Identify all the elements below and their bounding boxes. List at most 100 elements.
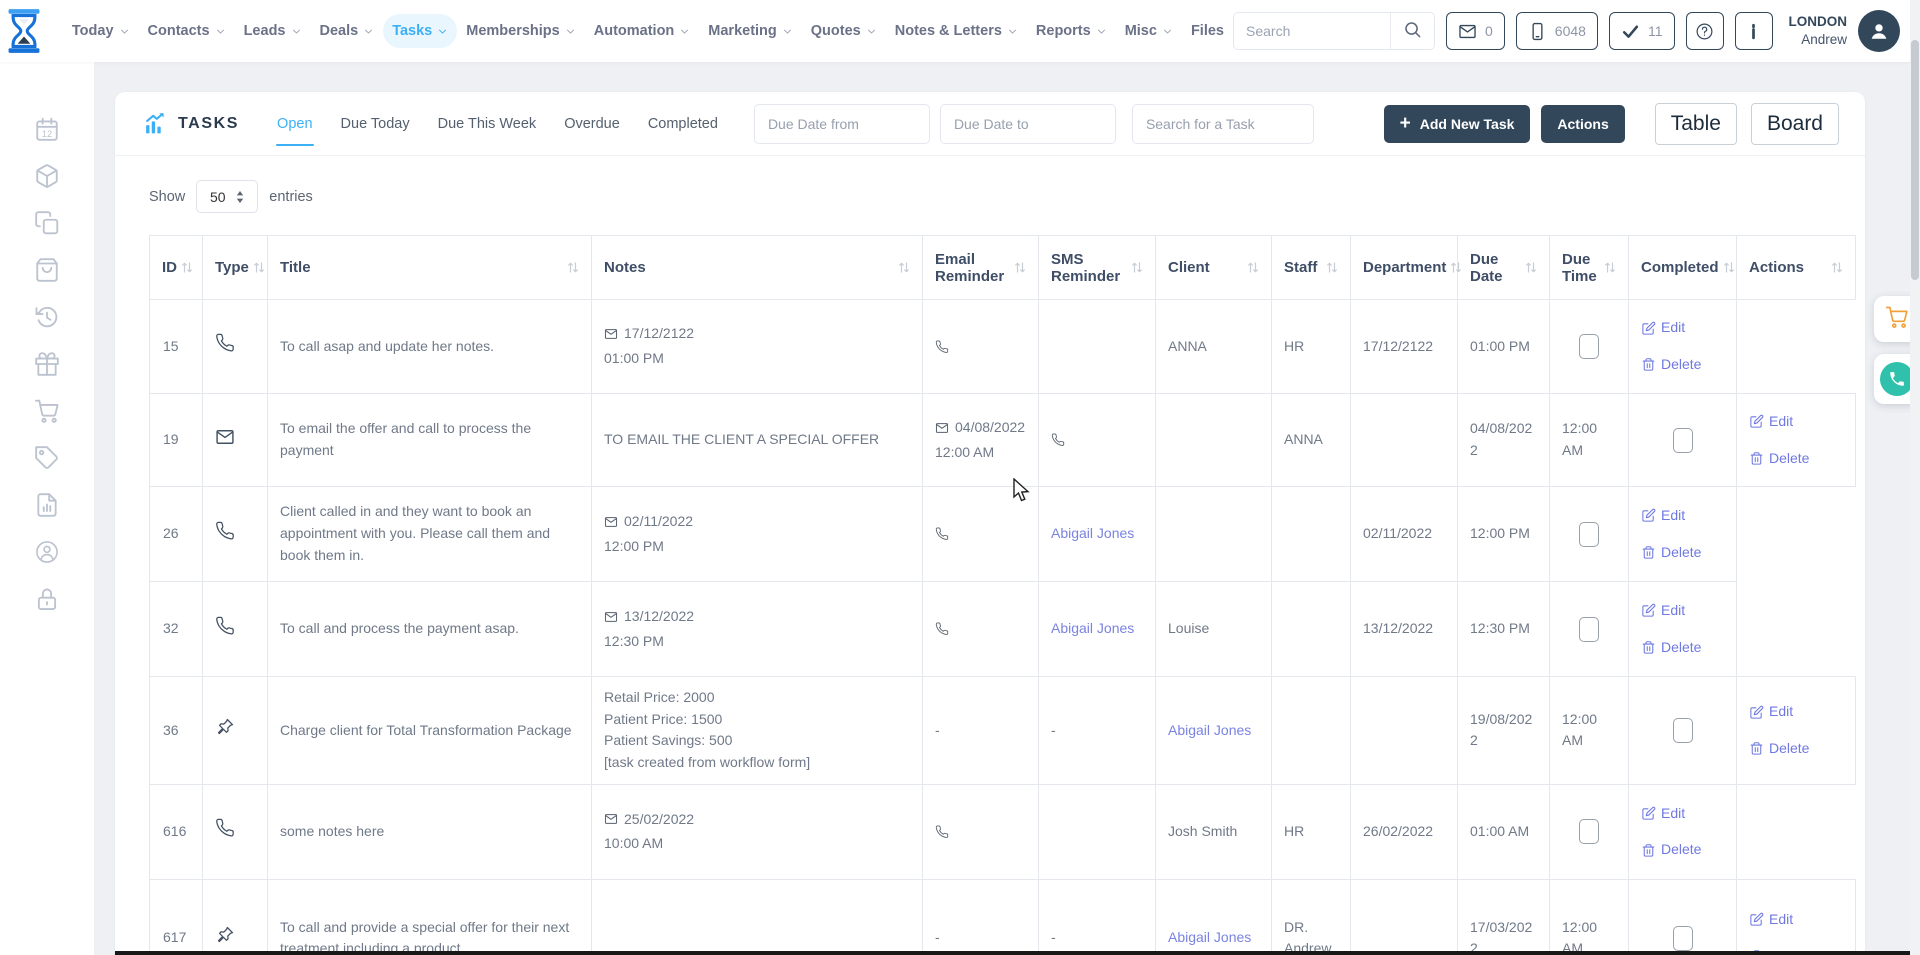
cell-completed xyxy=(1550,487,1629,582)
delete-link[interactable]: Delete xyxy=(1641,839,1724,861)
column-header-title[interactable]: Title xyxy=(268,236,592,300)
tab-completed[interactable]: Completed xyxy=(634,92,732,155)
completed-checkbox[interactable] xyxy=(1673,926,1693,951)
nav-item-tasks[interactable]: Tasks xyxy=(383,14,457,48)
cart-icon[interactable] xyxy=(34,398,60,424)
task-search-input[interactable] xyxy=(1132,104,1314,144)
edit-link[interactable]: Edit xyxy=(1641,317,1724,339)
gift-icon[interactable] xyxy=(34,351,60,377)
cell-client: Abigail Jones xyxy=(1039,487,1156,582)
delete-link[interactable]: Delete xyxy=(1749,448,1843,470)
edit-link[interactable]: Edit xyxy=(1749,701,1843,723)
tab-due-this-week[interactable]: Due This Week xyxy=(424,92,551,155)
cell-id: 32 xyxy=(150,582,203,677)
cell-id: 36 xyxy=(150,677,203,785)
edit-link[interactable]: Edit xyxy=(1641,600,1724,622)
cell-department: HR xyxy=(1272,300,1351,394)
nav-item-today[interactable]: Today xyxy=(63,14,139,48)
completed-checkbox[interactable] xyxy=(1579,819,1599,844)
column-header-actions[interactable]: Actions xyxy=(1737,236,1856,300)
nav-item-leads[interactable]: Leads xyxy=(235,14,311,48)
lock-icon[interactable] xyxy=(34,586,60,612)
tasks-table: ID Type Title Notes Email Reminder SMS R… xyxy=(149,235,1856,955)
client-link[interactable]: Abigail Jones xyxy=(1051,620,1134,636)
delete-link[interactable]: Delete xyxy=(1641,354,1724,376)
sort-icon xyxy=(1131,261,1143,274)
completed-checkbox[interactable] xyxy=(1579,522,1599,547)
delete-link[interactable]: Delete xyxy=(1641,542,1724,564)
completed-checkbox[interactable] xyxy=(1579,617,1599,642)
nav-item-memberships[interactable]: Memberships xyxy=(457,14,584,48)
column-header-id[interactable]: ID xyxy=(150,236,203,300)
global-search-input[interactable] xyxy=(1234,13,1390,49)
delete-link[interactable]: Delete xyxy=(1749,738,1843,760)
help-button[interactable] xyxy=(1686,12,1724,50)
cell-due-date: 17/12/2122 xyxy=(1351,300,1458,394)
nav-item-quotes[interactable]: Quotes xyxy=(802,14,886,48)
completed-checkbox[interactable] xyxy=(1673,428,1693,453)
cell-notes: some notes here xyxy=(268,784,592,879)
nav-item-marketing[interactable]: Marketing xyxy=(699,14,802,48)
client-link[interactable]: Abigail Jones xyxy=(1168,722,1251,738)
search-icon[interactable] xyxy=(1390,13,1434,49)
nav-item-deals[interactable]: Deals xyxy=(311,14,384,48)
app-logo[interactable] xyxy=(0,7,49,55)
nav-item-reports[interactable]: Reports xyxy=(1027,14,1116,48)
edit-link[interactable]: Edit xyxy=(1749,411,1843,433)
due-date-to-input[interactable] xyxy=(940,104,1116,144)
column-header-department[interactable]: Department xyxy=(1351,236,1458,300)
pin-icon xyxy=(215,717,235,737)
nav-item-notes-letters[interactable]: Notes & Letters xyxy=(886,14,1027,48)
calendar-icon[interactable]: 12 xyxy=(34,116,60,142)
nav-item-misc[interactable]: Misc xyxy=(1116,14,1182,48)
actions-button[interactable]: Actions xyxy=(1541,105,1624,143)
user-avatar[interactable] xyxy=(1858,10,1900,52)
nav-item-contacts[interactable]: Contacts xyxy=(139,14,235,48)
tab-overdue[interactable]: Overdue xyxy=(550,92,634,155)
cell-due-date: 26/02/2022 xyxy=(1351,784,1458,879)
column-header-client[interactable]: Client xyxy=(1156,236,1272,300)
column-header-due_time[interactable]: Due Time xyxy=(1550,236,1629,300)
column-header-type[interactable]: Type xyxy=(203,236,268,300)
column-header-due_date[interactable]: Due Date xyxy=(1458,236,1550,300)
copy-icon[interactable] xyxy=(34,210,60,236)
sms-indicator-button[interactable]: 6048 xyxy=(1516,12,1598,50)
delete-link[interactable]: Delete xyxy=(1641,637,1724,659)
add-new-task-button[interactable]: + Add New Task xyxy=(1384,105,1531,143)
cell-staff: ANNA xyxy=(1156,300,1272,394)
tasks-indicator-button[interactable]: 11 xyxy=(1609,12,1675,50)
due-date-from-input[interactable] xyxy=(754,104,930,144)
cell-staff: ANNA xyxy=(1272,394,1351,487)
page-size-select[interactable]: 50 xyxy=(196,180,258,213)
shopping-bag-icon[interactable] xyxy=(34,257,60,283)
account-icon[interactable] xyxy=(34,539,60,565)
scrollbar-thumb[interactable] xyxy=(1911,40,1919,280)
column-header-email[interactable]: Email Reminder xyxy=(923,236,1039,300)
edit-link[interactable]: Edit xyxy=(1749,909,1843,931)
nav-item-files[interactable]: Files xyxy=(1182,14,1233,48)
tab-due-today[interactable]: Due Today xyxy=(327,92,424,155)
cell-department xyxy=(1272,582,1351,677)
client-link[interactable]: Abigail Jones xyxy=(1168,929,1251,945)
nav-item-automation[interactable]: Automation xyxy=(585,14,700,48)
client-link[interactable]: Abigail Jones xyxy=(1051,525,1134,541)
cell-completed xyxy=(1550,784,1629,879)
report-icon[interactable] xyxy=(34,492,60,518)
completed-checkbox[interactable] xyxy=(1579,334,1599,359)
info-button[interactable] xyxy=(1735,12,1773,50)
edit-link[interactable]: Edit xyxy=(1641,505,1724,527)
tab-open[interactable]: Open xyxy=(263,92,326,155)
mail-indicator-button[interactable]: 0 xyxy=(1446,12,1505,50)
column-header-completed[interactable]: Completed xyxy=(1629,236,1737,300)
package-icon[interactable] xyxy=(34,163,60,189)
cell-department xyxy=(1272,487,1351,582)
completed-checkbox[interactable] xyxy=(1673,718,1693,743)
column-header-notes[interactable]: Notes xyxy=(592,236,923,300)
history-icon[interactable] xyxy=(34,304,60,330)
column-header-staff[interactable]: Staff xyxy=(1272,236,1351,300)
tag-icon[interactable] xyxy=(34,445,60,471)
edit-link[interactable]: Edit xyxy=(1641,803,1724,825)
column-header-sms[interactable]: SMS Reminder xyxy=(1039,236,1156,300)
table-view-button[interactable]: Table xyxy=(1655,103,1737,145)
board-view-button[interactable]: Board xyxy=(1751,103,1839,145)
